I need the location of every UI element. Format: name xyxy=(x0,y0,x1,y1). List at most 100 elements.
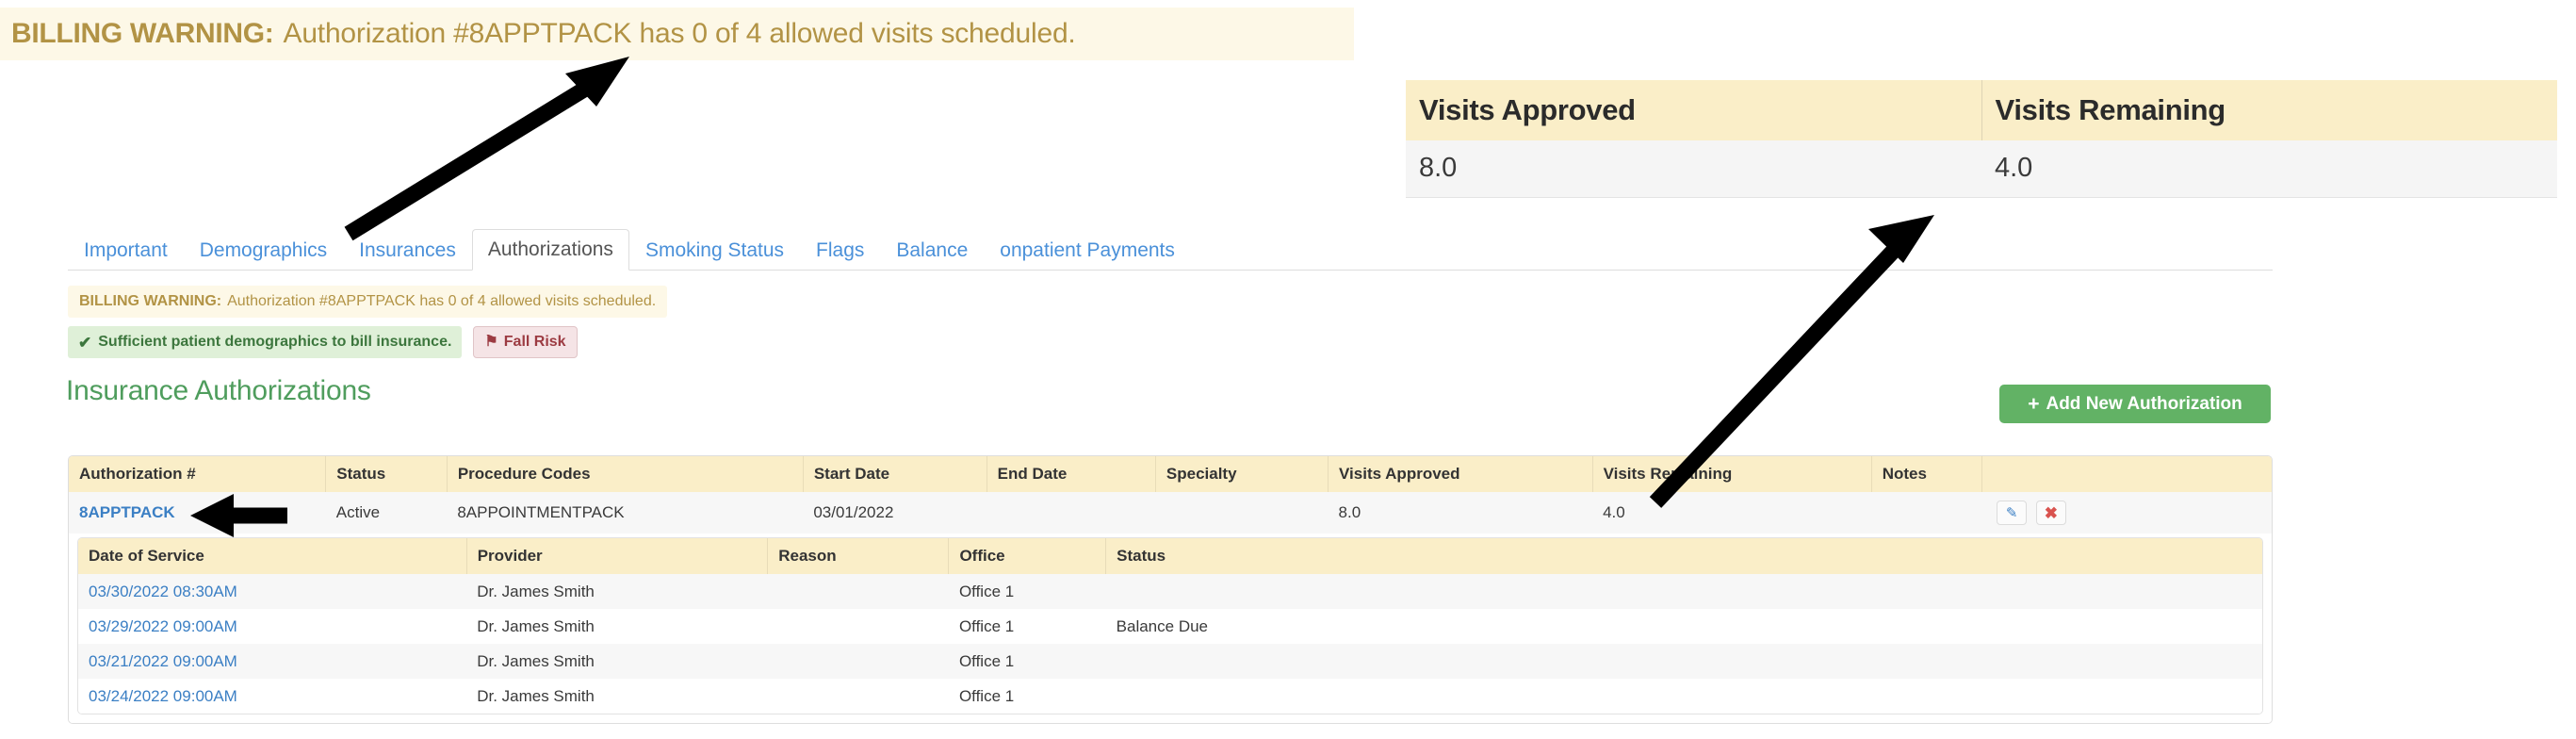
summary-header-visits-remaining: Visits Remaining xyxy=(1981,80,2557,140)
cell-procedure-codes: 8APPOINTMENTPACK xyxy=(447,492,804,534)
cell-notes xyxy=(1871,492,1982,534)
col-visits-remaining: Visits Remaining xyxy=(1592,456,1872,492)
cell-provider: Dr. James Smith xyxy=(466,609,768,644)
summary-header-visits-approved: Visits Approved xyxy=(1406,80,1982,140)
tab-balance[interactable]: Balance xyxy=(880,230,984,271)
cell-reason xyxy=(767,679,949,714)
date-of-service-link[interactable]: 03/24/2022 09:00AM xyxy=(89,687,237,705)
flag-icon: ⚑ xyxy=(484,334,498,350)
pencil-icon[interactable]: ✎ xyxy=(1997,501,2028,525)
tab-onpatient-payments[interactable]: onpatient Payments xyxy=(984,230,1191,271)
authorizations-screen: BILLING WARNING: Authorization #8APPTPAC… xyxy=(0,0,2576,739)
cell-date-of-service: 03/24/2022 09:00AM xyxy=(78,679,467,714)
nested-visits-row: Date of Service Provider Reason Office S… xyxy=(69,534,2272,723)
cell-visit-status xyxy=(1105,574,2262,609)
col-date-of-service: Date of Service xyxy=(78,538,467,574)
cell-date-of-service: 03/29/2022 09:00AM xyxy=(78,609,467,644)
top-billing-warning-banner: BILLING WARNING: Authorization #8APPTPAC… xyxy=(0,8,1354,60)
tab-smoking-status[interactable]: Smoking Status xyxy=(629,230,800,271)
cell-reason xyxy=(767,644,949,679)
cell-visit-status xyxy=(1105,679,2262,714)
visits-header-row: Date of Service Provider Reason Office S… xyxy=(78,538,2262,574)
tab-important[interactable]: Important xyxy=(68,230,184,271)
col-visit-status: Status xyxy=(1105,538,2262,574)
panel-billing-warning: BILLING WARNING: Authorization #8APPTPAC… xyxy=(68,286,668,318)
add-new-authorization-label: Add New Authorization xyxy=(2046,393,2242,414)
visits-summary-table: Visits Approved Visits Remaining 8.0 4.0 xyxy=(1406,80,2557,198)
cell-provider: Dr. James Smith xyxy=(466,574,768,609)
cell-status: Active xyxy=(325,492,448,534)
nested-visits-cell: Date of Service Provider Reason Office S… xyxy=(69,534,2272,723)
cell-visits-remaining: 4.0 xyxy=(1592,492,1872,534)
visits-table: Date of Service Provider Reason Office S… xyxy=(78,538,2262,714)
tab-flags[interactable]: Flags xyxy=(800,230,880,271)
tab-insurances[interactable]: Insurances xyxy=(343,230,472,271)
col-actions xyxy=(1981,456,2272,492)
list-item: 03/29/2022 09:00AM Dr. James Smith Offic… xyxy=(78,609,2262,644)
authorization-number-link[interactable]: 8APPTPACK xyxy=(79,503,175,521)
cell-office: Office 1 xyxy=(948,679,1106,714)
cell-office: Office 1 xyxy=(948,609,1106,644)
col-specialty: Specialty xyxy=(1155,456,1329,492)
cell-visit-status xyxy=(1105,644,2262,679)
panel-billing-warning-label: BILLING WARNING: xyxy=(79,293,222,309)
col-provider: Provider xyxy=(466,538,769,574)
table-row: 8APPTPACK Active 8APPOINTMENTPACK 03/01/… xyxy=(69,492,2272,534)
demographics-sufficient-badge: ✔ Sufficient patient demographics to bil… xyxy=(68,326,463,358)
tab-demographics[interactable]: Demographics xyxy=(184,230,343,271)
col-office: Office xyxy=(948,538,1107,574)
col-notes: Notes xyxy=(1871,456,1982,492)
col-reason: Reason xyxy=(767,538,950,574)
close-x-icon[interactable]: ✖ xyxy=(2035,501,2066,525)
cell-authorization-number: 8APPTPACK xyxy=(69,492,326,534)
top-billing-warning-message: Authorization #8APPTPACK has 0 of 4 allo… xyxy=(283,18,1076,49)
plus-icon: + xyxy=(2028,393,2040,415)
patient-badge-row: ✔ Sufficient patient demographics to bil… xyxy=(68,326,578,358)
cell-date-of-service: 03/30/2022 08:30AM xyxy=(78,574,467,609)
date-of-service-link[interactable]: 03/30/2022 08:30AM xyxy=(89,583,237,600)
top-billing-warning-label: BILLING WARNING: xyxy=(11,18,274,49)
col-status: Status xyxy=(325,456,448,492)
list-item: 03/30/2022 08:30AM Dr. James Smith Offic… xyxy=(78,574,2262,609)
list-item: 03/24/2022 09:00AM Dr. James Smith Offic… xyxy=(78,679,2262,714)
cell-reason xyxy=(767,574,949,609)
page-title: Insurance Authorizations xyxy=(66,375,371,406)
list-item: 03/21/2022 09:00AM Dr. James Smith Offic… xyxy=(78,644,2262,679)
cell-office: Office 1 xyxy=(948,574,1106,609)
cell-provider: Dr. James Smith xyxy=(466,679,768,714)
col-end-date: End Date xyxy=(986,456,1156,492)
add-new-authorization-button[interactable]: + Add New Authorization xyxy=(1999,385,2271,423)
cell-reason xyxy=(767,609,949,644)
col-procedure-codes: Procedure Codes xyxy=(447,456,804,492)
summary-value-row: 8.0 4.0 xyxy=(1406,140,2557,198)
col-visits-approved: Visits Approved xyxy=(1328,456,1593,492)
summary-value-visits-approved: 8.0 xyxy=(1406,140,1981,198)
summary-value-visits-remaining: 4.0 xyxy=(1981,140,2557,198)
summary-header-row: Visits Approved Visits Remaining xyxy=(1406,80,2557,140)
col-authorization-number: Authorization # xyxy=(69,456,327,492)
panel-billing-warning-message: Authorization #8APPTPACK has 0 of 4 allo… xyxy=(227,293,657,309)
authorizations-header-row: Authorization # Status Procedure Codes S… xyxy=(69,456,2272,492)
fall-risk-label: Fall Risk xyxy=(503,334,566,350)
check-icon: ✔ xyxy=(78,333,92,352)
authorizations-table: Authorization # Status Procedure Codes S… xyxy=(69,456,2272,723)
fall-risk-badge[interactable]: ⚑ Fall Risk xyxy=(473,326,578,358)
visits-table-container: Date of Service Provider Reason Office S… xyxy=(77,537,2263,714)
cell-start-date: 03/01/2022 xyxy=(803,492,987,534)
cell-visit-status: Balance Due xyxy=(1105,609,2262,644)
cell-end-date xyxy=(986,492,1156,534)
demographics-sufficient-label: Sufficient patient demographics to bill … xyxy=(98,334,452,350)
cell-date-of-service: 03/21/2022 09:00AM xyxy=(78,644,467,679)
cell-office: Office 1 xyxy=(948,644,1106,679)
authorizations-table-container: Authorization # Status Procedure Codes S… xyxy=(68,455,2273,724)
tab-authorizations[interactable]: Authorizations xyxy=(471,229,629,271)
cell-visits-approved: 8.0 xyxy=(1328,492,1593,534)
date-of-service-link[interactable]: 03/29/2022 09:00AM xyxy=(89,617,237,635)
col-start-date: Start Date xyxy=(803,456,987,492)
arrow-to-top-warning xyxy=(344,57,629,241)
cell-specialty xyxy=(1155,492,1329,534)
date-of-service-link[interactable]: 03/21/2022 09:00AM xyxy=(89,652,237,670)
cell-provider: Dr. James Smith xyxy=(466,644,768,679)
patient-tab-strip: Important Demographics Insurances Author… xyxy=(68,229,2273,271)
cell-actions: ✎ ✖ xyxy=(1981,492,2272,534)
